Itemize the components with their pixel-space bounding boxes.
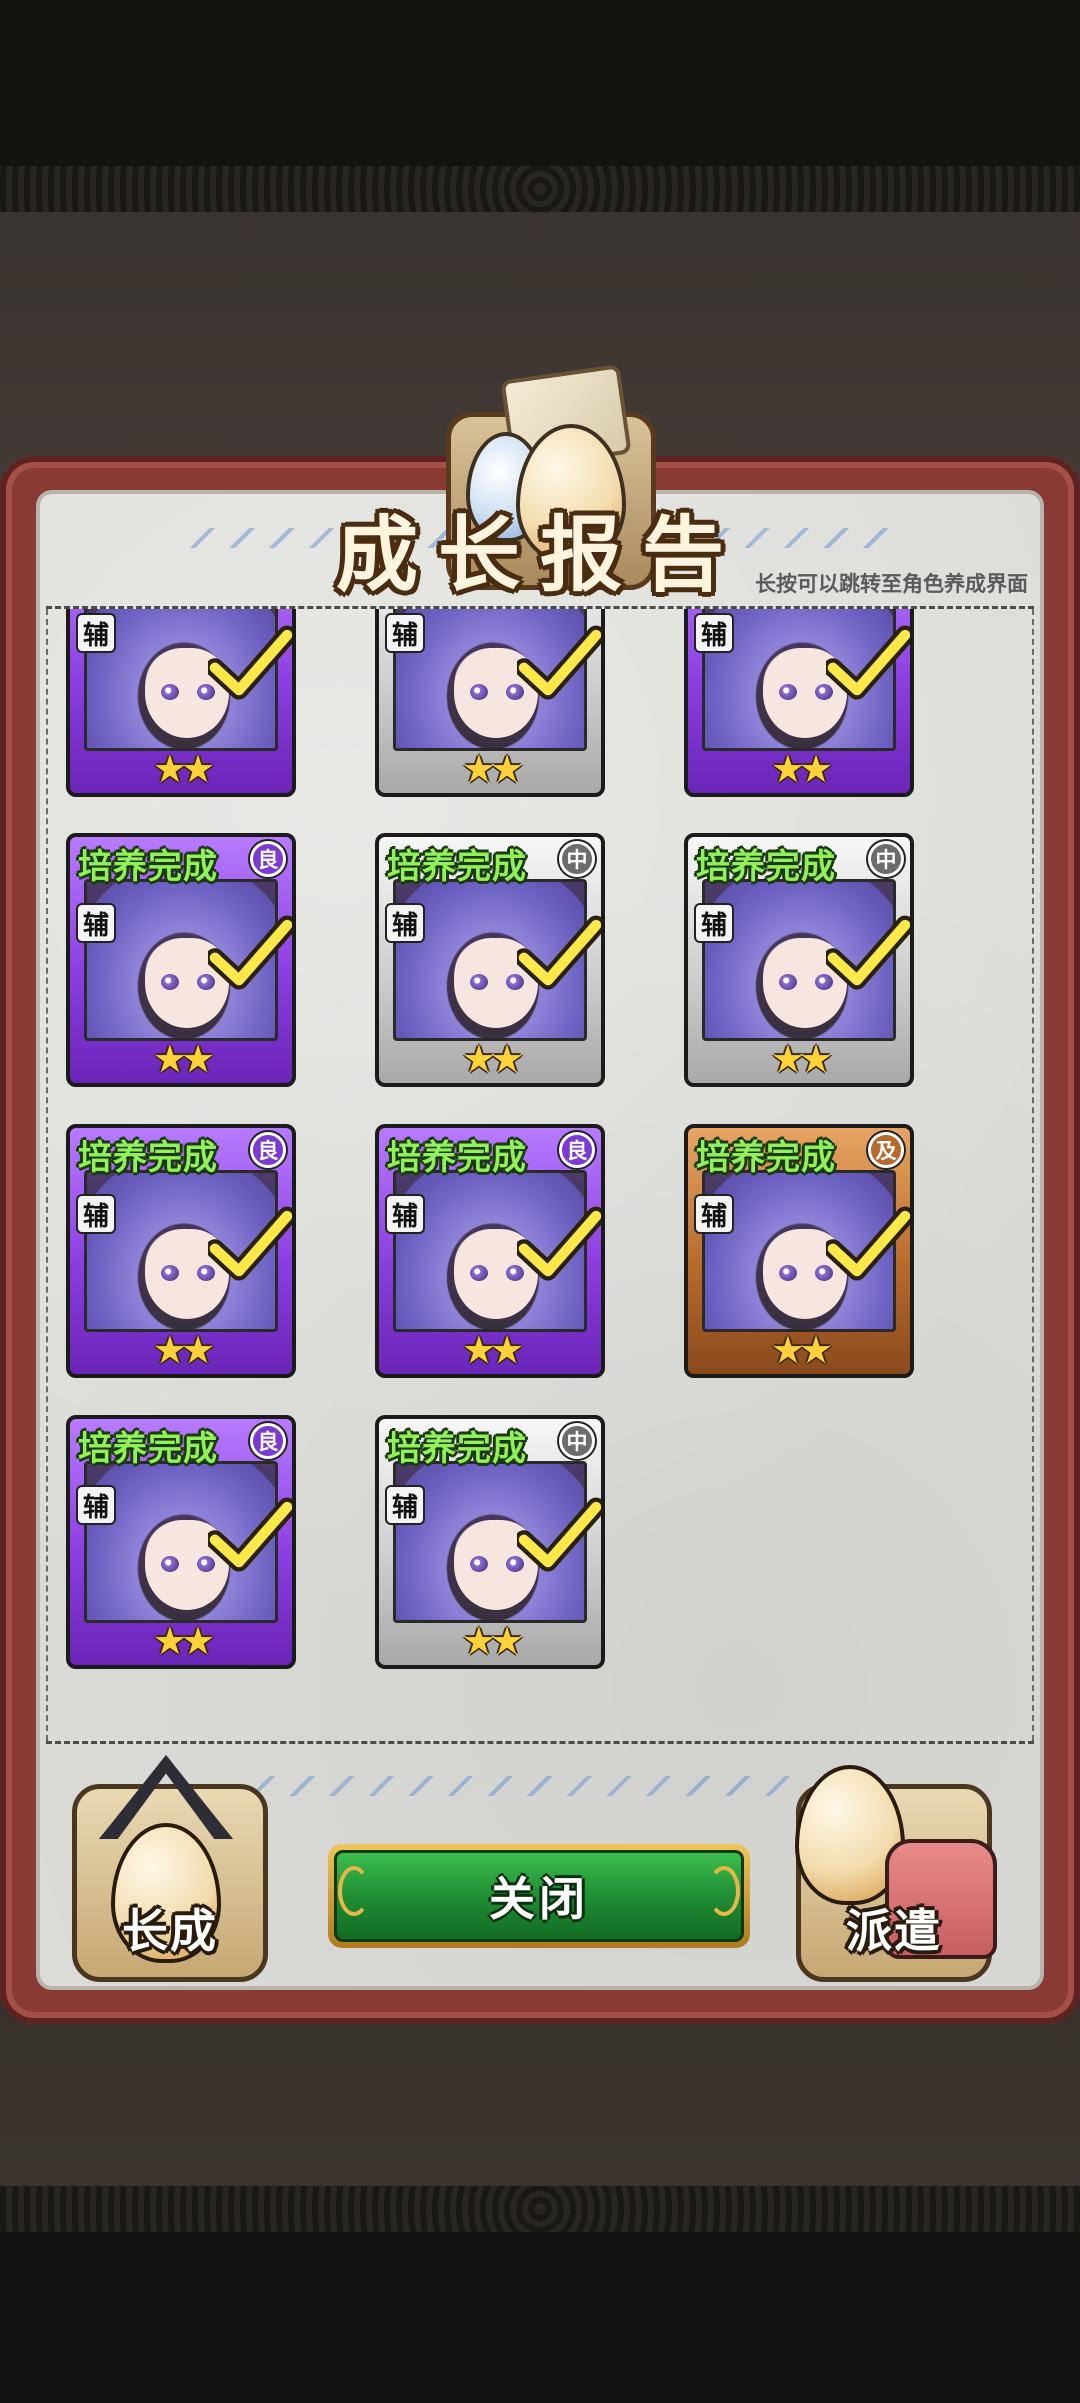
checkmark-icon <box>517 1206 601 1281</box>
character-eye <box>161 1265 179 1281</box>
grade-badge: 良 <box>250 841 286 877</box>
character-card[interactable]: 培养完成中辅 ★★ <box>375 1415 605 1669</box>
role-badge: 辅 <box>694 903 734 943</box>
character-eye <box>470 974 488 990</box>
star-rating: ★★ <box>152 1328 215 1372</box>
grade-badge: 中 <box>559 1423 595 1459</box>
character-eye <box>779 1265 797 1281</box>
star-rating: ★★ <box>461 1328 524 1372</box>
close-button-face: 关闭 <box>334 1850 744 1942</box>
role-badge: 辅 <box>76 613 116 653</box>
training-status: 培养完成 <box>387 1138 527 1178</box>
checkmark-icon <box>826 915 910 990</box>
leaf-ornament-left-icon <box>338 1866 370 1916</box>
role-badge: 辅 <box>385 613 425 653</box>
star-rating: ★★ <box>461 1037 524 1081</box>
grade-badge: 良 <box>250 1423 286 1459</box>
character-card[interactable]: 培养完成良辅 ★★ <box>66 1124 296 1378</box>
bottom-ornament-strip <box>0 2186 1080 2232</box>
star-rating: ★★ <box>152 747 215 791</box>
top-dark-band <box>0 0 1080 165</box>
training-status: 培养完成 <box>387 1429 527 1469</box>
training-status: 培养完成 <box>78 1138 218 1178</box>
training-status: 培养完成 <box>78 847 218 887</box>
role-badge: 辅 <box>76 1485 116 1525</box>
checkmark-icon <box>208 625 292 700</box>
grade-badge: 中 <box>868 841 904 877</box>
role-badge: 辅 <box>76 903 116 943</box>
checkmark-icon <box>826 1206 910 1281</box>
character-card[interactable]: 培养完成中辅★★ <box>375 609 605 797</box>
checkmark-icon <box>517 625 601 700</box>
star-rating: ★★ <box>461 1619 524 1663</box>
star-rating: ★★ <box>152 1619 215 1663</box>
checkmark-icon <box>826 625 910 700</box>
role-badge: 辅 <box>385 1485 425 1525</box>
grow-button[interactable]: 长成 <box>72 1755 268 1982</box>
training-status: 培养完成 <box>78 1429 218 1469</box>
character-card[interactable]: 培养完成良辅 ★★ <box>375 1124 605 1378</box>
character-eye <box>470 1265 488 1281</box>
character-card[interactable]: 培养完成良辅 ★★ <box>66 1415 296 1669</box>
character-card-grid[interactable]: 培养完成良辅★★培养完成中辅★★培养完成良辅★★培养完成良辅★★培养完成中辅★★… <box>46 606 1034 1744</box>
training-status: 培养完成 <box>696 847 836 887</box>
checkmark-icon <box>208 1497 292 1572</box>
checkmark-icon <box>517 1497 601 1572</box>
star-rating: ★★ <box>152 1037 215 1081</box>
character-card[interactable]: 培养完成良辅★★ <box>66 609 296 797</box>
role-badge: 辅 <box>385 1194 425 1234</box>
character-card[interactable]: 培养完成良辅★★ <box>684 609 914 797</box>
checkmark-icon <box>517 915 601 990</box>
character-card[interactable]: 培养完成中辅 ★★ <box>684 833 914 1087</box>
character-eye <box>779 684 797 700</box>
blue-crack-decoration-bottom <box>250 1776 850 1796</box>
grade-badge: 良 <box>250 1132 286 1168</box>
close-button-label: 关闭 <box>489 1872 589 1926</box>
top-ornament-strip <box>0 166 1080 212</box>
role-badge: 辅 <box>694 613 734 653</box>
character-eye <box>161 1556 179 1572</box>
role-badge: 辅 <box>76 1194 116 1234</box>
character-eye <box>161 684 179 700</box>
grow-button-label: 长成 <box>122 1904 218 1958</box>
character-eye <box>470 684 488 700</box>
leaf-ornament-right-icon <box>708 1866 740 1916</box>
character-card[interactable]: 培养完成中辅 ★★ <box>375 833 605 1087</box>
grade-badge: 良 <box>559 1132 595 1168</box>
character-card[interactable]: 培养完成及辅 ★★ <box>684 1124 914 1378</box>
star-rating: ★★ <box>770 747 833 791</box>
training-status: 培养完成 <box>387 847 527 887</box>
character-eye <box>779 974 797 990</box>
checkmark-icon <box>208 1206 292 1281</box>
star-rating: ★★ <box>770 1037 833 1081</box>
star-rating: ★★ <box>770 1328 833 1372</box>
dispatch-button-label: 派遣 <box>846 1904 942 1958</box>
bottom-dark-band <box>0 2232 1080 2403</box>
role-badge: 辅 <box>694 1194 734 1234</box>
grade-badge: 中 <box>559 841 595 877</box>
character-card[interactable]: 培养完成良辅 ★★ <box>66 833 296 1087</box>
star-rating: ★★ <box>461 747 524 791</box>
character-eye <box>470 1556 488 1572</box>
dispatch-button[interactable]: 派遣 <box>795 1765 997 1982</box>
training-status: 培养完成 <box>696 1138 836 1178</box>
role-badge: 辅 <box>385 903 425 943</box>
grade-badge: 及 <box>868 1132 904 1168</box>
long-press-hint: 长按可以跳转至角色养成界面 <box>755 572 1028 596</box>
close-button[interactable]: 关闭 <box>328 1844 750 1948</box>
checkmark-icon <box>208 915 292 990</box>
character-eye <box>161 974 179 990</box>
